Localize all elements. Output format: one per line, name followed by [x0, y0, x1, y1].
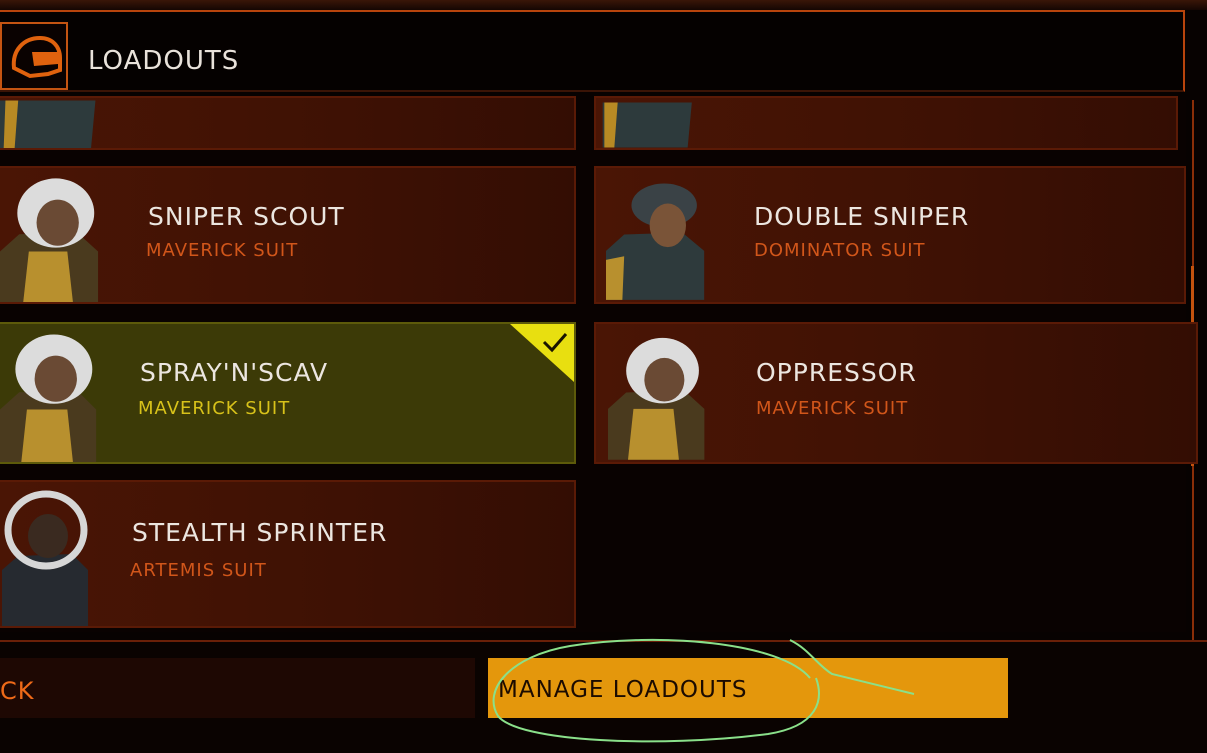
loadout-name: SPRAY'N'SCAV: [140, 358, 329, 387]
window-frame-top: [0, 0, 1207, 10]
loadout-name: OPPRESSOR: [756, 358, 917, 387]
loadout-card-partial[interactable]: [0, 96, 576, 150]
header-bar: LOADOUTS: [0, 10, 1185, 92]
loadout-suit: MAVERICK SUIT: [138, 398, 291, 419]
portrait-image: [0, 100, 96, 148]
portrait-image: [602, 102, 692, 148]
loadout-suit: ARTEMIS SUIT: [130, 560, 267, 581]
back-button-label: CK: [0, 677, 35, 705]
portrait-white-helmet: [0, 334, 97, 462]
loadout-card-sniper-scout[interactable]: SNIPER SCOUT MAVERICK SUIT: [0, 166, 576, 304]
loadout-list: SNIPER SCOUT MAVERICK SUIT DOUBLE SNIPER…: [0, 96, 1198, 632]
portrait-white-helmet: [608, 337, 705, 460]
loadout-card-oppressor[interactable]: OPPRESSOR MAVERICK SUIT: [594, 322, 1198, 464]
loadout-card-partial[interactable]: [594, 96, 1178, 150]
loadout-card-spray-n-scav[interactable]: SPRAY'N'SCAV MAVERICK SUIT: [0, 322, 576, 464]
selected-check-icon: [510, 324, 574, 382]
loadout-suit: MAVERICK SUIT: [146, 240, 299, 261]
helmet-icon: [0, 22, 68, 90]
loadout-name: DOUBLE SNIPER: [754, 202, 970, 231]
page-title: LOADOUTS: [88, 46, 240, 76]
loadout-card-stealth-sprinter[interactable]: STEALTH SPRINTER ARTEMIS SUIT: [0, 480, 576, 628]
portrait-white-helmet: [0, 178, 99, 302]
back-button[interactable]: [0, 658, 475, 718]
loadout-name: SNIPER SCOUT: [148, 202, 345, 231]
portrait-dark-helmet: [606, 183, 705, 300]
annotation-circle-mark: [492, 638, 915, 743]
loadout-suit: DOMINATOR SUIT: [754, 240, 926, 261]
loadout-card-double-sniper[interactable]: DOUBLE SNIPER DOMINATOR SUIT: [594, 166, 1186, 304]
loadout-name: STEALTH SPRINTER: [132, 518, 388, 547]
portrait-clear-helmet: [2, 490, 88, 626]
loadout-suit: MAVERICK SUIT: [756, 398, 909, 419]
